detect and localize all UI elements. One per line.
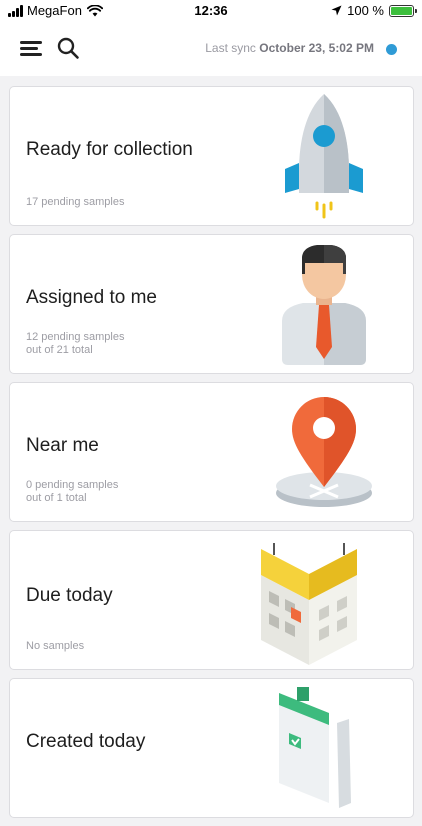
card-subtitle: No samples	[26, 640, 85, 652]
app-header: Last sync October 23, 5:02 PM	[0, 22, 422, 76]
location-arrow-icon	[331, 5, 342, 16]
sync-status-dot	[386, 44, 397, 55]
card-title: Assigned to me	[26, 287, 157, 308]
card-due-today[interactable]: Due today No samples	[9, 530, 414, 670]
sync-label: Last sync	[205, 41, 256, 55]
card-subtitle-total: out of 21 total	[26, 344, 93, 356]
status-bar: MegaFon 12:36 100 %	[0, 0, 422, 22]
category-list: Ready for collection 17 pending samples …	[9, 86, 414, 826]
battery-percent: 100 %	[347, 3, 384, 18]
battery-icon	[389, 4, 417, 17]
card-title: Ready for collection	[26, 139, 193, 160]
menu-icon[interactable]	[20, 38, 44, 58]
card-subtitle: 0 pending samples	[26, 479, 119, 491]
status-right: 100 %	[331, 3, 417, 18]
card-title: Due today	[26, 585, 113, 606]
card-ready-for-collection[interactable]: Ready for collection 17 pending samples	[9, 86, 414, 226]
card-title: Near me	[26, 435, 99, 456]
card-assigned-to-me[interactable]: Assigned to me 12 pending samples out of…	[9, 234, 414, 374]
clipboard-icon	[279, 687, 351, 808]
rocket-icon	[285, 94, 363, 219]
card-subtitle-total: out of 1 total	[26, 492, 87, 504]
search-icon[interactable]	[56, 36, 80, 60]
card-created-today[interactable]: Created today	[9, 678, 414, 818]
map-pin-icon	[276, 397, 372, 507]
card-near-me[interactable]: Near me 0 pending samples out of 1 total	[9, 382, 414, 522]
sync-time: October 23, 5:02 PM	[259, 41, 374, 55]
card-subtitle: 17 pending samples	[26, 196, 125, 208]
person-icon	[282, 245, 366, 365]
last-sync-text: Last sync October 23, 5:02 PM	[205, 41, 374, 55]
card-subtitle: 12 pending samples	[26, 331, 125, 343]
calendar-icon	[261, 543, 357, 665]
